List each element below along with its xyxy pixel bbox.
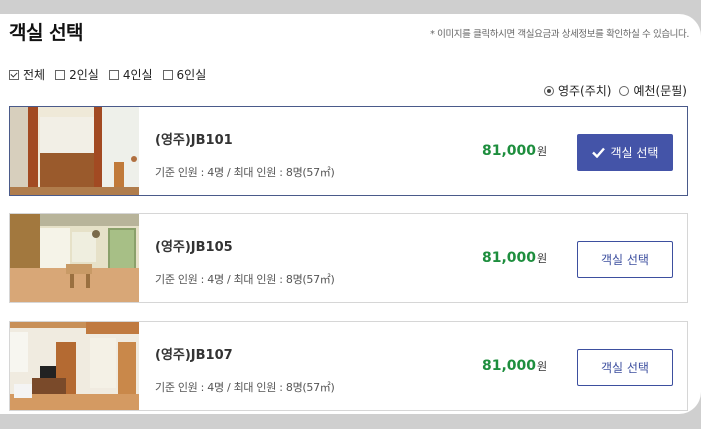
image-click-notice: * 이미지를 클릭하시면 객실요금과 상세정보를 확인하실 수 있습니다. (430, 29, 689, 40)
checkbox-icon[interactable] (55, 69, 66, 80)
page-title: 객실 선택 (9, 22, 84, 44)
select-button-label: 객실 선택 (601, 253, 649, 267)
room-type-filters: 전체 2인실 4인실 6인실 (9, 66, 206, 83)
room-capacity: 기준 인원 : 4명 / 최대 인원 : 8명(57㎡) (155, 166, 335, 179)
checkmark-icon (591, 147, 605, 158)
price-amount: 81,000 (482, 358, 537, 374)
filter-label: 6인실 (176, 68, 207, 82)
room-price: 81,000원 (482, 358, 547, 374)
filter-label: 전체 (23, 68, 46, 82)
region-label: 예천(문필) (633, 84, 687, 98)
region-label: 영주(주치) (557, 84, 612, 98)
select-room-button[interactable]: 객실 선택 (577, 241, 673, 278)
filter-label: 4인실 (122, 68, 153, 82)
checkbox-icon[interactable] (108, 69, 119, 80)
price-currency: 원 (537, 145, 548, 158)
room-price: 81,000원 (482, 250, 547, 266)
region-yecheon[interactable]: 예천(문필) (619, 82, 687, 99)
room-name: (영주)JB107 (155, 348, 233, 363)
room-card-jb101: (영주)JB101 기준 인원 : 4명 / 최대 인원 : 8명(57㎡) 8… (9, 106, 688, 196)
region-yeongju[interactable]: 영주(주치) (543, 82, 612, 99)
price-currency: 원 (537, 360, 548, 373)
room-name: (영주)JB105 (155, 240, 233, 255)
room-capacity: 기준 인원 : 4명 / 최대 인원 : 8명(57㎡) (155, 381, 335, 394)
filter-all[interactable]: 전체 (9, 66, 45, 83)
price-amount: 81,000 (482, 143, 537, 159)
filter-label: 2인실 (69, 68, 99, 82)
room-capacity: 기준 인원 : 4명 / 최대 인원 : 8명(57㎡) (155, 273, 335, 286)
filter-2-person[interactable]: 2인실 (55, 66, 99, 83)
checkbox-icon[interactable] (9, 69, 19, 80)
select-button-label: 객실 선택 (601, 361, 649, 375)
room-card-jb105: (영주)JB105 기준 인원 : 4명 / 최대 인원 : 8명(57㎡) 8… (9, 213, 688, 303)
select-room-button[interactable]: 객실 선택 (577, 134, 673, 171)
checkbox-icon[interactable] (162, 69, 173, 80)
radio-icon[interactable] (543, 85, 554, 96)
room-photo[interactable] (10, 214, 139, 302)
filter-4-person[interactable]: 4인실 (108, 66, 153, 83)
price-currency: 원 (537, 252, 548, 265)
room-price: 81,000원 (482, 143, 547, 159)
room-photo[interactable] (10, 107, 139, 195)
select-room-button[interactable]: 객실 선택 (577, 349, 673, 386)
room-photo[interactable] (10, 322, 139, 410)
filter-6-person[interactable]: 6인실 (162, 66, 207, 83)
radio-icon[interactable] (619, 85, 630, 96)
select-button-label: 객실 선택 (610, 146, 659, 160)
price-amount: 81,000 (482, 250, 537, 266)
room-name: (영주)JB101 (155, 133, 233, 148)
region-selector: 영주(주치) 예천(문필) (543, 82, 687, 99)
room-card-jb107: (영주)JB107 기준 인원 : 4명 / 최대 인원 : 8명(57㎡) 8… (9, 321, 688, 411)
